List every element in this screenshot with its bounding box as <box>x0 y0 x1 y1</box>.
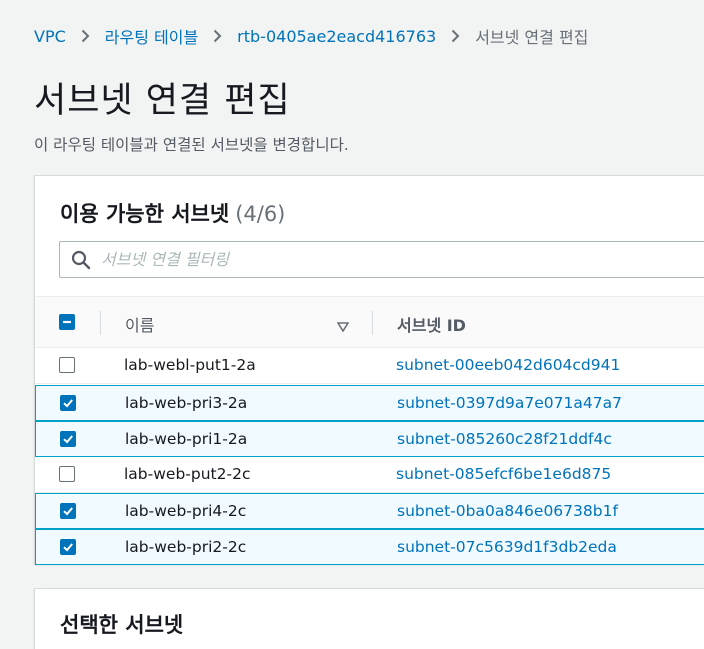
breadcrumb-current: 서브넷 연결 편집 <box>475 28 589 47</box>
subnet-name: lab-webl-put1-2a <box>124 356 256 374</box>
panel-title: 이용 가능한 서브넷 <box>60 202 230 226</box>
column-header-subnet-id[interactable]: 서브넷 ID <box>397 312 466 336</box>
page-description: 이 라우팅 테이블과 연결된 서브넷을 변경합니다. <box>34 136 349 154</box>
table-row[interactable]: lab-web-pri1-2a subnet-085260c28f21ddf4c <box>35 421 704 457</box>
row-checkbox[interactable] <box>59 357 75 373</box>
table-row[interactable]: lab-web-pri2-2c subnet-07c5639d1f3db2eda <box>35 529 704 565</box>
row-checkbox[interactable] <box>60 431 76 447</box>
column-divider <box>100 311 101 335</box>
selected-subnets-panel: 선택한 서브넷 <box>34 588 704 649</box>
table-row[interactable]: lab-webl-put1-2a subnet-00eeb042d604cd94… <box>35 348 704 384</box>
subnet-name: lab-web-put2-2c <box>124 465 251 483</box>
subnet-id-link[interactable]: subnet-07c5639d1f3db2eda <box>397 538 617 556</box>
panel-header: 이용 가능한 서브넷 (4/6) <box>60 198 285 228</box>
subnet-id-link[interactable]: subnet-0397d9a7e071a47a7 <box>397 394 622 412</box>
subnet-id-link[interactable]: subnet-085efcf6be1e6d875 <box>396 465 611 483</box>
selection-count: (4/6) <box>235 202 286 226</box>
table-row[interactable]: lab-web-put2-2c subnet-085efcf6be1e6d875 <box>35 457 704 493</box>
subnet-id-link[interactable]: subnet-00eeb042d604cd941 <box>396 356 620 374</box>
chevron-right-icon <box>451 29 460 43</box>
row-checkbox[interactable] <box>60 503 76 519</box>
subnet-id-link[interactable]: subnet-085260c28f21ddf4c <box>397 430 612 448</box>
subnet-name: lab-web-pri1-2a <box>125 430 248 448</box>
chevron-right-icon <box>213 29 222 43</box>
subnet-name: lab-web-pri2-2c <box>125 538 247 556</box>
select-all-checkbox[interactable] <box>59 314 75 330</box>
page-title: 서브넷 연결 편집 <box>34 81 291 121</box>
available-subnets-panel: 이용 가능한 서브넷(4/6) 이름 서브넷 ID lab-webl-put1-… <box>34 175 704 565</box>
row-checkbox[interactable] <box>60 539 76 555</box>
breadcrumb-route-tables[interactable]: 라우팅 테이블 <box>105 24 198 48</box>
search-icon <box>71 250 91 270</box>
selected-panel-title: 선택한 서브넷 <box>60 613 184 637</box>
subnet-id-link[interactable]: subnet-0ba0a846e06738b1f <box>397 502 618 520</box>
row-checkbox[interactable] <box>59 466 75 482</box>
column-header-name[interactable]: 이름 <box>125 312 154 336</box>
sort-down-icon[interactable] <box>336 317 350 336</box>
column-divider <box>372 311 373 335</box>
breadcrumb-route-table-id[interactable]: rtb-0405ae2eacd416763 <box>237 27 436 46</box>
table-row[interactable]: lab-web-pri4-2c subnet-0ba0a846e06738b1f <box>35 493 704 529</box>
table-row[interactable]: lab-web-pri3-2a subnet-0397d9a7e071a47a7 <box>35 385 704 421</box>
table-header: 이름 서브넷 ID <box>35 296 704 348</box>
chevron-right-icon <box>81 29 90 43</box>
breadcrumb-vpc[interactable]: VPC <box>34 27 66 46</box>
breadcrumb: VPC 라우팅 테이블 rtb-0405ae2eacd416763 서브넷 연결… <box>34 24 588 48</box>
search-input[interactable] <box>101 250 704 269</box>
search-box[interactable] <box>59 241 704 278</box>
subnet-name: lab-web-pri4-2c <box>125 502 247 520</box>
subnet-name: lab-web-pri3-2a <box>125 394 248 412</box>
row-checkbox[interactable] <box>60 395 76 411</box>
